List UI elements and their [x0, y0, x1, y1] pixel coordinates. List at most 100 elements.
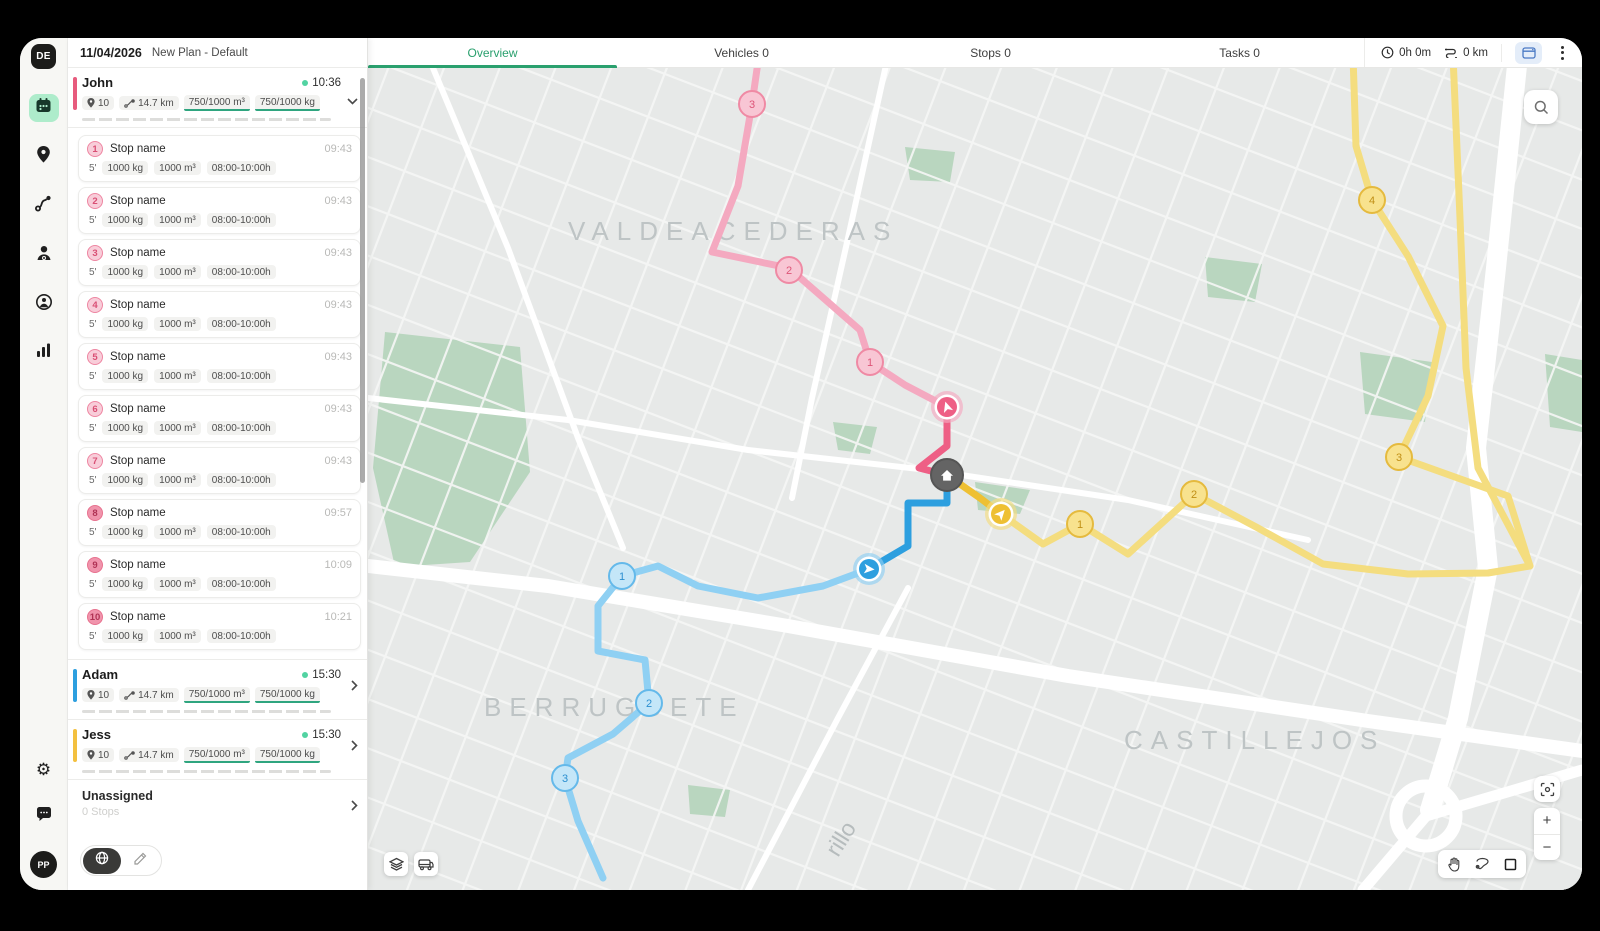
map-stop-marker-adam-2[interactable]: 2: [636, 690, 662, 716]
map-layers-button[interactable]: [384, 852, 408, 876]
zoom-out-button[interactable]: −: [1534, 835, 1560, 861]
box-select-button[interactable]: [1498, 852, 1522, 876]
vehicle-marker-jess[interactable]: [985, 498, 1017, 530]
globe-icon: [95, 851, 109, 870]
svg-text:2: 2: [646, 698, 652, 710]
chevron-right-icon[interactable]: [351, 738, 358, 756]
map-canvas[interactable]: VALDEACEDERASBERRUGUETECASTILLEJOSrillo1…: [368, 68, 1582, 890]
plan-sidebar: 11/04/2026 New Plan - Default John 10:36…: [68, 38, 368, 890]
sidebar-item-routes[interactable]: [29, 192, 59, 220]
chevron-right-icon[interactable]: [351, 678, 358, 696]
map-stop-marker-jess-1[interactable]: 1: [1067, 511, 1093, 537]
unassigned-card[interactable]: Unassigned 0 Stops: [68, 780, 367, 828]
driver-name: Jess: [82, 727, 111, 742]
status-dot: [302, 732, 308, 738]
distance-chip: 14.7 km: [119, 96, 179, 110]
map-stop-marker-john-2[interactable]: 2: [776, 257, 802, 283]
stop-weight-chip: 1000 kg: [102, 161, 148, 175]
company-logo[interactable]: DE: [31, 44, 56, 69]
stops-count-chip: 10: [82, 96, 114, 110]
zoom-in-button[interactable]: +: [1534, 808, 1560, 835]
depot-home-marker[interactable]: [931, 459, 963, 491]
settings-button[interactable]: ⚙: [29, 755, 59, 783]
map-stop-marker-john-1[interactable]: 1: [857, 349, 883, 375]
vehicle-marker-john[interactable]: [931, 391, 963, 423]
sidebar-item-drivers[interactable]: [29, 241, 59, 269]
plan-date[interactable]: 11/04/2026: [80, 46, 142, 60]
unassigned-count: 0 Stops: [82, 806, 341, 818]
driver-card-john[interactable]: John 10:36 10 14.7 km 750/1000 m³ 750/10…: [68, 68, 367, 128]
status-dot: [302, 80, 308, 86]
stop-duration: 5': [89, 631, 96, 642]
recenter-button[interactable]: [1534, 776, 1560, 802]
stop-list-item[interactable]: 3 Stop name 09:43 5' 1000 kg 1000 m³ 08:…: [78, 239, 361, 286]
route-progress-bar: [82, 770, 331, 773]
tab-tasks[interactable]: Tasks 0: [1115, 38, 1364, 67]
map-search-button[interactable]: [1524, 90, 1558, 124]
more-options-button[interactable]: [1555, 42, 1570, 64]
customer-support-icon: [35, 293, 53, 316]
driver-card-adam[interactable]: Adam 15:30 10 14.7 km 750/1000 m³ 750/10…: [68, 659, 367, 720]
route-color-bar: [73, 729, 77, 762]
user-avatar[interactable]: PP: [30, 851, 57, 878]
pin-icon: [87, 690, 95, 700]
map-stop-marker-jess-2[interactable]: 2: [1181, 481, 1207, 507]
route-progress-bar: [82, 710, 331, 713]
layers-icon: [389, 857, 404, 872]
tab-vehicles[interactable]: Vehicles 0: [617, 38, 866, 67]
edit-mode-button[interactable]: [121, 848, 159, 874]
stop-list-item[interactable]: 8 Stop name 09:57 5' 1000 kg 1000 m³ 08:…: [78, 499, 361, 546]
sidebar-scrollbar[interactable]: [360, 78, 365, 483]
stop-duration: 5': [89, 319, 96, 330]
sidebar-item-stops[interactable]: [29, 143, 59, 171]
sidebar-item-analytics[interactable]: [29, 339, 59, 367]
map-stop-marker-john-3[interactable]: 3: [739, 91, 765, 117]
stop-list-item[interactable]: 9 Stop name 10:09 5' 1000 kg 1000 m³ 08:…: [78, 551, 361, 598]
chevron-right-icon[interactable]: [351, 798, 358, 816]
map-stop-marker-jess-4[interactable]: 4: [1359, 187, 1385, 213]
stop-eta: 09:43: [324, 299, 352, 311]
stop-list-item[interactable]: 5 Stop name 09:43 5' 1000 kg 1000 m³ 08:…: [78, 343, 361, 390]
stop-list-item[interactable]: 6 Stop name 09:43 5' 1000 kg 1000 m³ 08:…: [78, 395, 361, 442]
chat-bubble-icon: [35, 806, 53, 828]
pan-hand-button[interactable]: [1442, 852, 1466, 876]
stop-time-window-chip: 08:00-10:00h: [207, 265, 276, 279]
stop-list-item[interactable]: 7 Stop name 09:43 5' 1000 kg 1000 m³ 08:…: [78, 447, 361, 494]
sidebar-item-customers[interactable]: [29, 290, 59, 318]
stop-name: Stop name: [110, 143, 317, 155]
map-stop-marker-jess-3[interactable]: 3: [1386, 444, 1412, 470]
driver-card-jess[interactable]: Jess 15:30 10 14.7 km 750/1000 m³ 750/10…: [68, 720, 367, 780]
route-progress-bar: [82, 118, 331, 121]
stop-name: Stop name: [110, 351, 317, 363]
tab-stops[interactable]: Stops 0: [866, 38, 1115, 67]
stop-list-item[interactable]: 4 Stop name 09:43 5' 1000 kg 1000 m³ 08:…: [78, 291, 361, 338]
stops-count-chip: 10: [82, 688, 114, 702]
distance-chip: 14.7 km: [119, 748, 179, 762]
chat-button[interactable]: [29, 803, 59, 831]
stop-list-item[interactable]: 10 Stop name 10:21 5' 1000 kg 1000 m³ 08…: [78, 603, 361, 650]
stop-eta: 09:43: [324, 195, 352, 207]
map-stop-marker-adam-3[interactable]: 3: [552, 765, 578, 791]
vehicle-marker-adam[interactable]: [853, 553, 885, 585]
driver-eta: 15:30: [302, 669, 341, 681]
stop-list-item[interactable]: 1 Stop name 09:43 5' 1000 kg 1000 m³ 08:…: [78, 135, 361, 182]
clock-icon: [1381, 46, 1394, 59]
stop-volume-chip: 1000 m³: [154, 473, 201, 487]
map-vehicles-button[interactable]: [414, 852, 438, 876]
sidebar-item-plans[interactable]: [29, 94, 59, 122]
stop-weight-chip: 1000 kg: [102, 473, 148, 487]
lasso-select-button[interactable]: [1470, 852, 1494, 876]
tab-overview[interactable]: Overview: [368, 38, 617, 67]
app-window: DE: [20, 38, 1582, 890]
map-mode-button[interactable]: [83, 848, 121, 874]
status-dot: [302, 672, 308, 678]
stop-duration: 5': [89, 579, 96, 590]
distance-route-icon: [1444, 47, 1458, 58]
timeline-panel-button[interactable]: [1515, 42, 1542, 64]
map-stop-marker-adam-1[interactable]: 1: [609, 563, 635, 589]
stop-weight-chip: 1000 kg: [102, 577, 148, 591]
truck-icon: [418, 858, 434, 871]
stop-list-item[interactable]: 2 Stop name 09:43 5' 1000 kg 1000 m³ 08:…: [78, 187, 361, 234]
stop-duration: 5': [89, 423, 96, 434]
chevron-down-icon[interactable]: [347, 92, 358, 110]
